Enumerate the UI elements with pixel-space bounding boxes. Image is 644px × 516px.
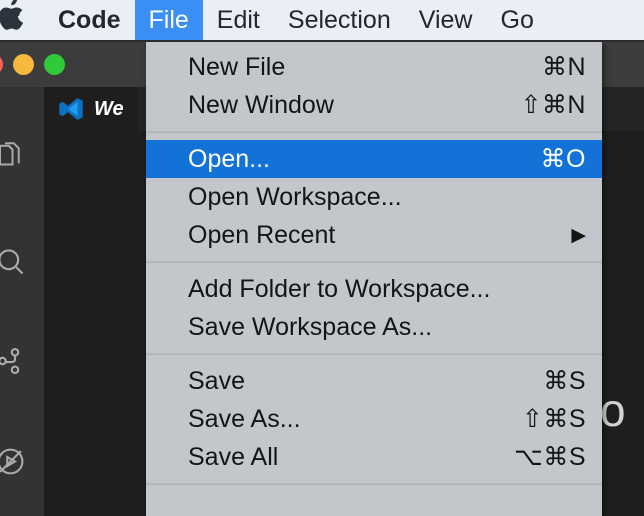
menu-item-label: Save As... xyxy=(188,404,301,433)
menu-item-label: Save xyxy=(188,366,245,395)
menu-item-save-all[interactable]: Save All ⌥⌘S xyxy=(146,438,602,476)
close-window-button[interactable] xyxy=(0,54,3,75)
menu-item-label: Add Folder to Workspace... xyxy=(188,274,491,303)
menu-separator xyxy=(146,483,602,485)
menubar-item-label: Selection xyxy=(287,5,391,34)
explorer-files-icon[interactable] xyxy=(0,135,32,179)
menu-item-open[interactable]: Open... ⌘O xyxy=(146,140,602,178)
menubar-item-label: Go xyxy=(500,5,534,34)
menu-item-label: Save All xyxy=(188,442,279,471)
maximize-window-button[interactable] xyxy=(44,54,65,75)
menu-separator xyxy=(146,353,602,355)
menubar-item-label: Code xyxy=(58,5,121,34)
menu-item-shortcut: ⌘N xyxy=(541,53,586,81)
menu-item-add-folder-to-workspace[interactable]: Add Folder to Workspace... xyxy=(146,270,602,308)
menu-item-label: Open Recent xyxy=(188,220,336,249)
menubar-item-view[interactable]: View xyxy=(405,0,487,40)
menu-item-shortcut: ⌘O xyxy=(540,145,586,173)
vscode-logo-icon xyxy=(58,96,84,122)
menu-item-save-workspace-as[interactable]: Save Workspace As... xyxy=(146,308,602,346)
menubar-item-file[interactable]: File xyxy=(134,0,203,40)
menu-item-open-recent[interactable]: Open Recent ▶ xyxy=(146,216,602,254)
apple-logo-icon[interactable] xyxy=(0,0,30,34)
activity-bar xyxy=(0,87,44,516)
tab-label: We xyxy=(94,97,124,120)
menu-item-shortcut: ⇧⌘N xyxy=(520,91,586,119)
chevron-right-icon: ▶ xyxy=(571,224,586,246)
screenshot-root: We o New File ⌘N New Window ⇧⌘N Open... … xyxy=(0,0,644,516)
menu-item-label: Open... xyxy=(188,144,270,173)
source-control-branch-icon[interactable] xyxy=(0,339,32,383)
menu-item-shortcut: ⌥⌘S xyxy=(514,443,586,471)
run-and-debug-icon[interactable] xyxy=(0,439,32,483)
menu-item-label: Save Workspace As... xyxy=(188,312,433,341)
menu-item-label: Open Workspace... xyxy=(188,182,402,211)
background-text-fragment: o xyxy=(600,384,626,436)
menubar-item-code[interactable]: Code xyxy=(44,0,135,40)
macos-menu-bar: Code File Edit Selection View Go xyxy=(0,0,644,42)
menubar-item-label: File xyxy=(148,5,189,34)
menu-item-label: New Window xyxy=(188,90,334,119)
menu-item-save-as[interactable]: Save As... ⇧⌘S xyxy=(146,400,602,438)
file-menu-panel: New File ⌘N New Window ⇧⌘N Open... ⌘O Op… xyxy=(146,42,602,516)
menu-item-new-file[interactable]: New File ⌘N xyxy=(146,48,602,86)
menu-item-new-window[interactable]: New Window ⇧⌘N xyxy=(146,86,602,124)
menu-separator xyxy=(146,261,602,263)
menu-item-shortcut: ⌘S xyxy=(543,367,586,395)
search-icon[interactable] xyxy=(0,239,32,283)
tab-welcome[interactable]: We xyxy=(44,87,138,131)
menu-item-save[interactable]: Save ⌘S xyxy=(146,362,602,400)
menu-item-shortcut: ⇧⌘S xyxy=(521,405,586,433)
window-traffic-lights xyxy=(0,54,65,75)
menubar-item-label: Edit xyxy=(216,5,260,34)
menu-item-open-workspace[interactable]: Open Workspace... xyxy=(146,178,602,216)
menubar-item-edit[interactable]: Edit xyxy=(203,0,274,40)
menubar-item-selection[interactable]: Selection xyxy=(274,0,405,40)
minimize-window-button[interactable] xyxy=(13,54,34,75)
menubar-item-go[interactable]: Go xyxy=(487,0,548,40)
menu-separator xyxy=(146,131,602,133)
menu-item-label: New File xyxy=(188,52,286,81)
menubar-item-label: View xyxy=(418,5,473,34)
